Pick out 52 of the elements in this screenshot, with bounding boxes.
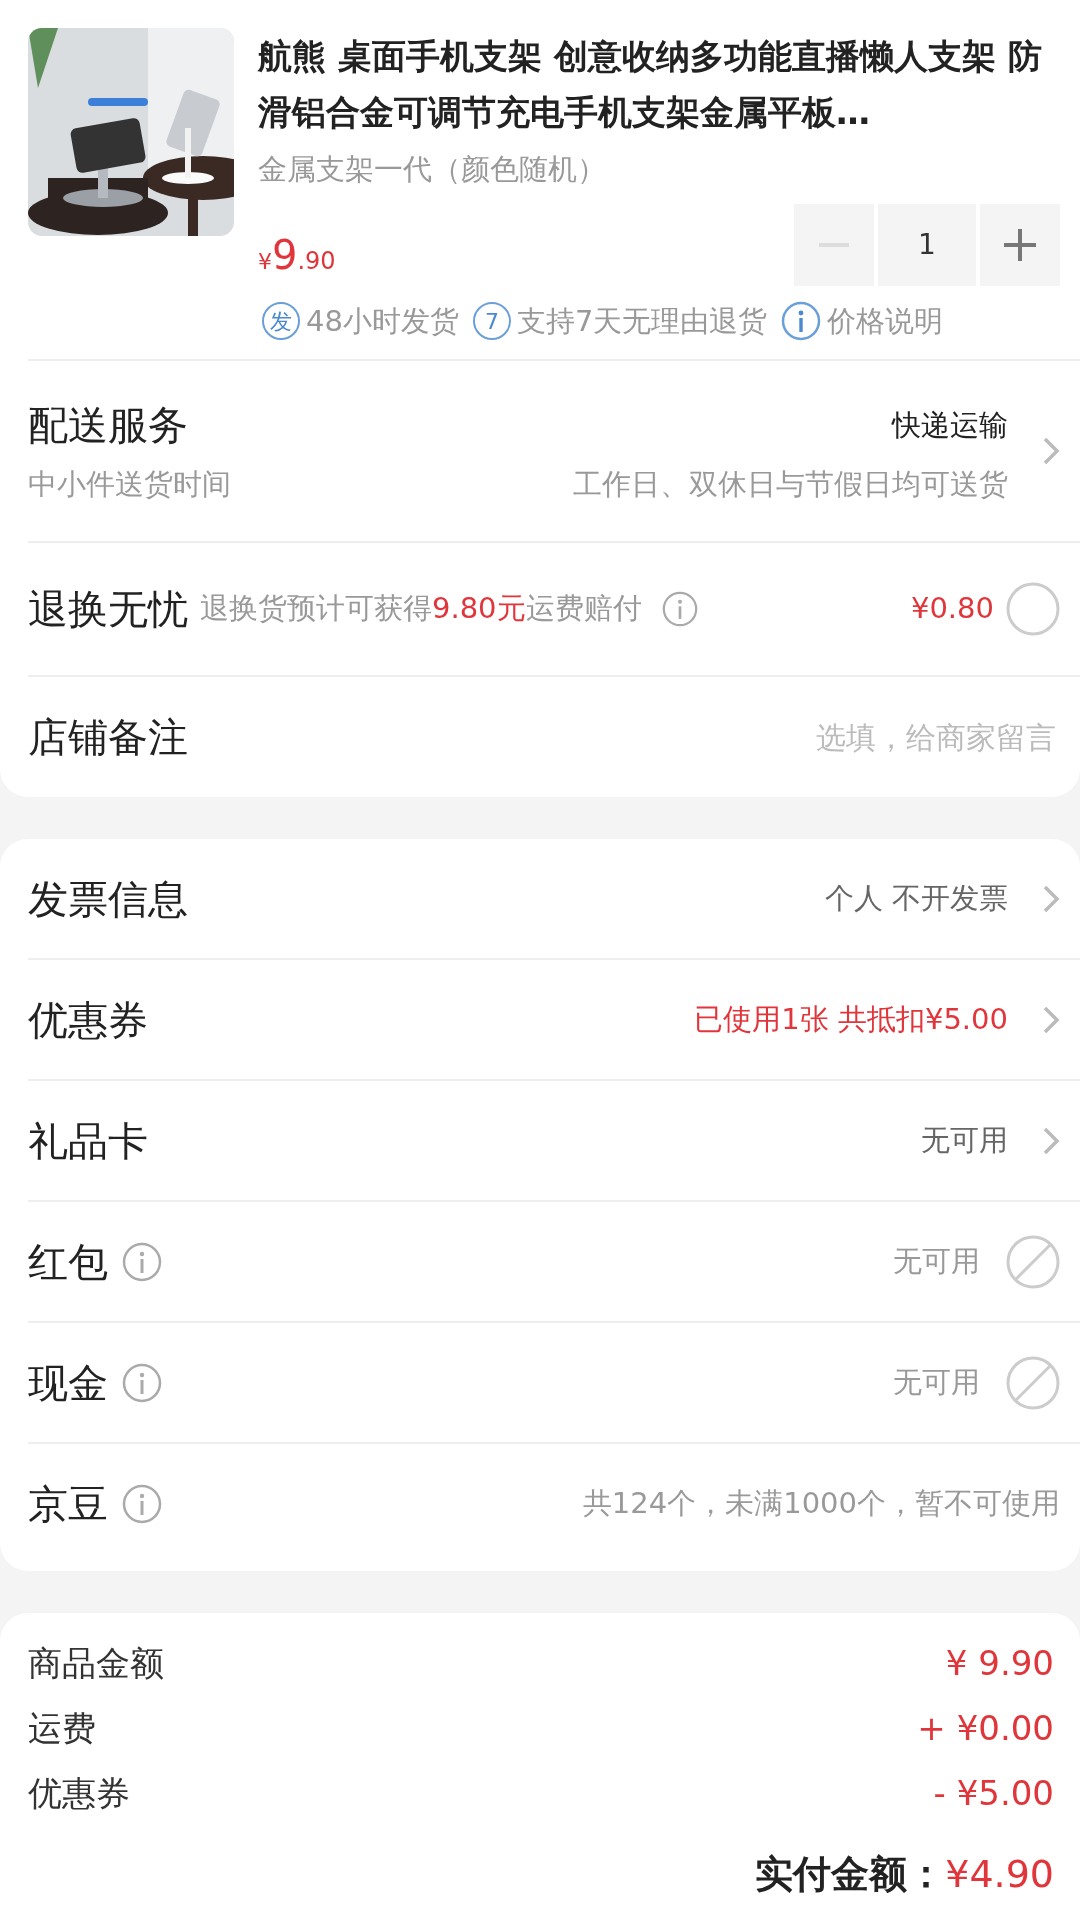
return-price: ¥0.80: [910, 590, 994, 628]
total-amount: ¥4.90: [945, 1850, 1054, 1898]
product-price: ¥9.90: [258, 230, 336, 280]
product-title: 航熊 桌面手机支架 创意收纳多功能直播懒人支架 防滑铝合金可调节充电手机支架金属平板…: [258, 35, 1043, 134]
chevron-right-icon: [1042, 1125, 1060, 1156]
badge-icon: 发: [262, 302, 300, 341]
total-label: 实付金额：: [755, 1850, 946, 1898]
plus-icon: [1004, 228, 1036, 261]
row-value: 已使用1张 共抵扣¥5.00: [694, 1000, 1008, 1038]
delivery-value: 快递运输: [892, 406, 1008, 444]
row-label: 红包: [28, 1237, 108, 1287]
info-icon[interactable]: [122, 1241, 162, 1282]
info-icon[interactable]: [781, 301, 822, 342]
row-value: 无可用: [893, 1242, 980, 1280]
return-note: 退换货预计可获得9.80元运费赔付: [200, 590, 642, 628]
summary-amount: - ¥5.00: [933, 1772, 1054, 1815]
row-value: 无可用: [893, 1363, 980, 1401]
unavailable-icon: [1006, 1355, 1060, 1410]
row-value: 无可用: [921, 1121, 1008, 1159]
badge-icon: 7: [472, 302, 511, 341]
delivery-label: 配送服务: [28, 401, 188, 451]
row-label: 礼品卡: [28, 1116, 148, 1166]
summary-label: 优惠券: [28, 1772, 130, 1815]
note-label: 店铺备注: [28, 713, 188, 762]
info-icon[interactable]: [122, 1483, 162, 1524]
summary-label: 运费: [28, 1707, 96, 1750]
chevron-right-icon: [1042, 1004, 1060, 1035]
delivery-sublabel: 中小件送货时间: [28, 466, 231, 504]
quantity-field[interactable]: 1: [878, 203, 976, 286]
row-label: 发票信息: [28, 874, 188, 924]
note-field[interactable]: 选填，给商家留言: [558, 713, 1058, 761]
service-text: 支持7天无理由退货: [516, 302, 768, 340]
chevron-right-icon: [1042, 436, 1060, 466]
chevron-right-icon: [1042, 883, 1060, 914]
info-icon[interactable]: [661, 591, 698, 627]
info-icon[interactable]: [122, 1362, 162, 1403]
product-variant: 金属支架一代（颜色随机）: [258, 151, 607, 188]
row-value: 共124个，未满1000个，暂不可使用: [582, 1484, 1060, 1522]
summary-amount: ¥ 9.90: [945, 1642, 1054, 1685]
delivery-time: 工作日、双休日与节假日均可送货: [573, 466, 1008, 504]
unavailable-icon: [1006, 1234, 1060, 1289]
summary-amount: + ¥0.00: [917, 1707, 1054, 1750]
plus-button[interactable]: [980, 203, 1060, 286]
row-label: 优惠券: [28, 995, 148, 1045]
checkbox[interactable]: [1006, 582, 1060, 636]
row-label: 现金: [28, 1358, 108, 1408]
return-label: 退换无忧: [28, 585, 188, 634]
row-value: 个人 不开发票: [824, 879, 1008, 917]
row-label: 京豆: [28, 1479, 108, 1529]
service-text: 48小时发货: [306, 302, 459, 340]
service-text: 价格说明: [827, 302, 944, 340]
summary-label: 商品金额: [28, 1642, 164, 1685]
